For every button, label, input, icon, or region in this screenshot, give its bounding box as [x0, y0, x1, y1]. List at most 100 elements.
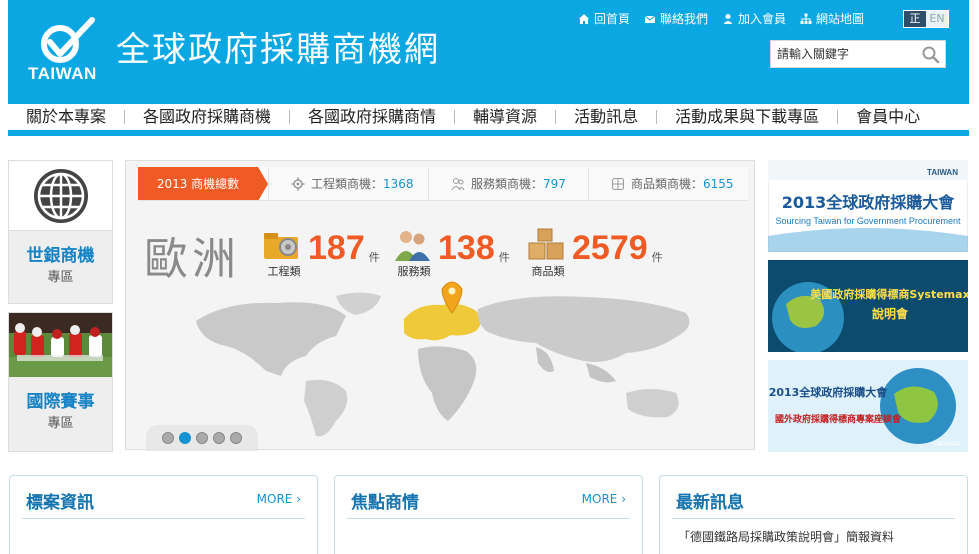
- news-item[interactable]: 「德國鐵路局採購政策說明會」簡報資料: [678, 528, 894, 545]
- more-label: MORE: [581, 492, 618, 506]
- nav-item-market-info[interactable]: 各國政府採購商情: [290, 104, 454, 130]
- stat-engineering[interactable]: 工程類 187 件: [262, 227, 380, 278]
- people-icon: [451, 177, 465, 190]
- globe-box: [9, 161, 112, 231]
- banner-logo: TAIWAN: [927, 168, 958, 177]
- main-nav: 關於本專案 各國政府採購商機 各國政府採購商情 輔導資源 活動訊息 活動成果與下…: [8, 104, 969, 136]
- divider: [347, 518, 630, 519]
- top-link-join[interactable]: 加入會員: [722, 10, 786, 27]
- chevron-right-icon: ›: [621, 492, 626, 506]
- tab-label: 商品類商機：: [631, 176, 704, 191]
- top-link-label: 聯絡我們: [660, 12, 709, 26]
- promo-world-bank[interactable]: 世銀商機 專區: [8, 160, 113, 304]
- stat-unit: 件: [651, 251, 663, 264]
- box-tender-info: 標案資訊 MORE ›: [9, 475, 318, 554]
- goods-stat-icon: 商品類: [526, 227, 566, 278]
- services-stat-icon: 服務類: [392, 227, 432, 278]
- stat-label: 商品類: [531, 265, 565, 278]
- site-header: TAIWAN 全球政府採購商機網 回首頁 聯絡我們 加入會員 網站地圖 正 EN: [8, 0, 969, 104]
- box-title: 最新訊息: [676, 493, 744, 513]
- language-switch: 正 EN: [903, 10, 949, 28]
- promo-subtitle: 專區: [47, 416, 74, 431]
- nav-item-members[interactable]: 會員中心: [838, 104, 938, 130]
- promo-title: 國際賽事: [26, 392, 95, 412]
- opportunity-map-panel: 2013 商機總數 工程類商機： 1368 服務類商機： 797 商品類商機： 615…: [125, 160, 755, 451]
- promo-international-sports[interactable]: 國際賽事 專區: [8, 312, 113, 452]
- banner-procurement-symposium[interactable]: 2013全球政府採購大會 國外政府採購得標商專案座談會 TAIWAN: [768, 360, 968, 452]
- lang-en-button[interactable]: EN: [926, 11, 948, 27]
- chevron-right-icon: ›: [296, 492, 301, 506]
- mail-icon: [644, 15, 656, 23]
- promo-subtitle: 專區: [47, 270, 74, 285]
- promo-title: 世銀商機: [26, 246, 95, 266]
- search-input[interactable]: [777, 45, 917, 63]
- tab-count: 6155: [703, 176, 734, 191]
- region-name: 歐洲: [144, 234, 240, 285]
- opportunity-tabs: 2013 商機總數 工程類商機： 1368 服務類商機： 797 商品類商機： 615…: [138, 167, 748, 201]
- gear-icon: [291, 177, 305, 190]
- tab-label: 服務類商機：: [471, 176, 544, 191]
- top-link-contact[interactable]: 聯絡我們: [644, 10, 708, 27]
- box-focus-news: 焦點商情 MORE ›: [334, 475, 643, 554]
- world-map[interactable]: [186, 281, 746, 441]
- divider: [22, 518, 305, 519]
- tab-label: 工程類商機：: [311, 176, 384, 191]
- banner-title: 2013全球政府採購大會: [769, 385, 889, 399]
- stat-services[interactable]: 服務類 138 件: [392, 227, 510, 278]
- tab-goods[interactable]: 商品類商機： 6155: [588, 167, 748, 200]
- globe-icon: [33, 168, 88, 223]
- stat-count: 187: [308, 229, 365, 267]
- sitemap-icon: [800, 13, 812, 24]
- tab-services[interactable]: 服務類商機： 797: [428, 167, 588, 200]
- top-links: 回首頁 聯絡我們 加入會員 網站地圖: [578, 10, 864, 27]
- user-icon: [723, 13, 733, 24]
- engineering-stat-icon: 工程類: [262, 227, 302, 278]
- banner-systemax-seminar[interactable]: 美國政府採購得標商Systemax 說明會: [768, 260, 968, 352]
- box-latest-news: 最新訊息 「德國鐵路局採購政策說明會」簡報資料: [659, 475, 968, 554]
- banner-title: 2013全球政府採購大會: [782, 193, 956, 212]
- banner-logo: TAIWAN: [934, 441, 960, 448]
- tab-total[interactable]: 2013 商機總數: [138, 167, 268, 201]
- nav-item-downloads[interactable]: 活動成果與下載專區: [657, 104, 837, 130]
- nav-item-opportunities[interactable]: 各國政府採購商機: [125, 104, 289, 130]
- box-title: 標案資訊: [26, 493, 94, 513]
- stat-unit: 件: [368, 251, 380, 264]
- more-label: MORE: [256, 492, 293, 506]
- carousel-dots: [146, 425, 258, 451]
- nav-item-resources[interactable]: 輔導資源: [455, 104, 555, 130]
- carousel-dot[interactable]: [213, 432, 225, 444]
- stat-goods[interactable]: 商品類 2579 件: [526, 227, 663, 278]
- stat-label: 服務類: [397, 265, 431, 278]
- banner-subtitle: Sourcing Taiwan for Government Procureme…: [776, 216, 961, 226]
- banner-subtitle: 說明會: [872, 306, 909, 321]
- box-title: 焦點商情: [351, 493, 419, 513]
- lang-zh-button[interactable]: 正: [904, 11, 926, 27]
- carousel-dot-active[interactable]: [179, 432, 191, 444]
- banner-procurement-conference[interactable]: TAIWAN 2013全球政府採購大會 Sourcing Taiwan for …: [768, 160, 968, 252]
- search-icon[interactable]: [921, 45, 941, 65]
- nav-item-about[interactable]: 關於本專案: [8, 104, 124, 130]
- carousel-dot[interactable]: [196, 432, 208, 444]
- football-players-image: [9, 313, 112, 377]
- tab-count: 797: [543, 176, 566, 191]
- banner-title: 美國政府採購得標商Systemax: [810, 287, 968, 301]
- site-title[interactable]: 全球政府採購商機網: [116, 22, 440, 71]
- top-link-sitemap[interactable]: 網站地圖: [800, 10, 864, 27]
- more-link[interactable]: MORE ›: [257, 492, 301, 506]
- top-link-label: 網站地圖: [816, 12, 865, 26]
- carousel-dot[interactable]: [230, 432, 242, 444]
- carousel-dot[interactable]: [162, 432, 174, 444]
- divider: [672, 518, 955, 519]
- top-link-label: 加入會員: [738, 12, 787, 26]
- search-box: [770, 40, 946, 68]
- logo-word[interactable]: TAIWAN: [28, 64, 112, 84]
- box-icon: [612, 177, 624, 190]
- top-link-label: 回首頁: [594, 12, 631, 26]
- more-link[interactable]: MORE ›: [582, 492, 626, 506]
- stat-count: 138: [438, 229, 495, 267]
- stat-label: 工程類: [267, 265, 301, 278]
- top-link-home[interactable]: 回首頁: [578, 10, 630, 27]
- banner-subtitle: 國外政府採購得標商專案座談會: [775, 413, 902, 425]
- nav-item-events[interactable]: 活動訊息: [556, 104, 656, 130]
- tab-engineering[interactable]: 工程類商機： 1368: [268, 167, 428, 200]
